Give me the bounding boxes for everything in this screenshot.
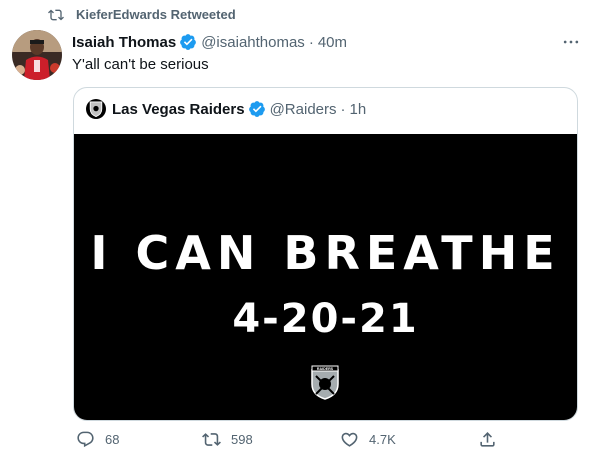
verified-badge-icon [180,34,197,50]
more-options-icon[interactable] [561,32,581,52]
quoted-tweet[interactable]: Las Vegas Raiders @Raiders · 1h I CAN BR… [73,87,578,421]
author-name[interactable]: Isaiah Thomas [72,34,176,51]
quoted-media-image[interactable]: I CAN BREATHE 4-20-21 RAIDERS [74,134,577,420]
like-button[interactable]: 4.7K [340,430,396,449]
tweet-header: Isaiah Thomas @isaiahthomas · 40m [72,31,347,53]
quoted-tweet-header: Las Vegas Raiders @Raiders · 1h [86,98,366,120]
retweet-count: 598 [231,432,253,447]
reply-count: 68 [105,432,120,447]
share-icon [480,432,495,447]
raiders-logo-text: RAIDERS [317,367,334,371]
retweeted-by-link[interactable]: KieferEdwards Retweeted [76,7,236,22]
quoted-separator-dot: · [340,100,346,118]
raiders-logo-icon: RAIDERS [311,365,339,400]
retweet-context: KieferEdwards Retweeted [0,0,597,30]
media-date: 4-20-21 [232,296,419,342]
separator-dot: · [308,33,314,51]
tweet-timestamp[interactable]: 40m [318,34,347,51]
share-button[interactable] [478,430,507,449]
avatar-image [12,30,62,80]
tweet-actions: 68 598 4.7K [0,426,597,456]
author-handle[interactable]: @isaiahthomas [201,34,305,51]
media-headline: I CAN BREATHE [90,226,561,280]
like-count: 4.7K [369,432,396,447]
author-avatar[interactable] [12,30,62,80]
raiders-shield-icon [89,101,103,117]
quoted-author-name[interactable]: Las Vegas Raiders [112,101,245,118]
quoted-verified-badge-icon [248,101,265,117]
tweet-text: Y'all can't be serious [72,56,209,73]
retweet-icon [48,9,64,21]
quoted-timestamp[interactable]: 1h [350,101,367,118]
heart-icon [341,432,358,447]
reply-icon [77,431,94,448]
quoted-author-avatar[interactable] [86,99,106,119]
retweet-button[interactable]: 598 [202,430,253,449]
reply-button[interactable]: 68 [76,430,119,449]
quoted-author-handle[interactable]: @Raiders [270,101,337,118]
retweet-action-icon [202,433,221,446]
